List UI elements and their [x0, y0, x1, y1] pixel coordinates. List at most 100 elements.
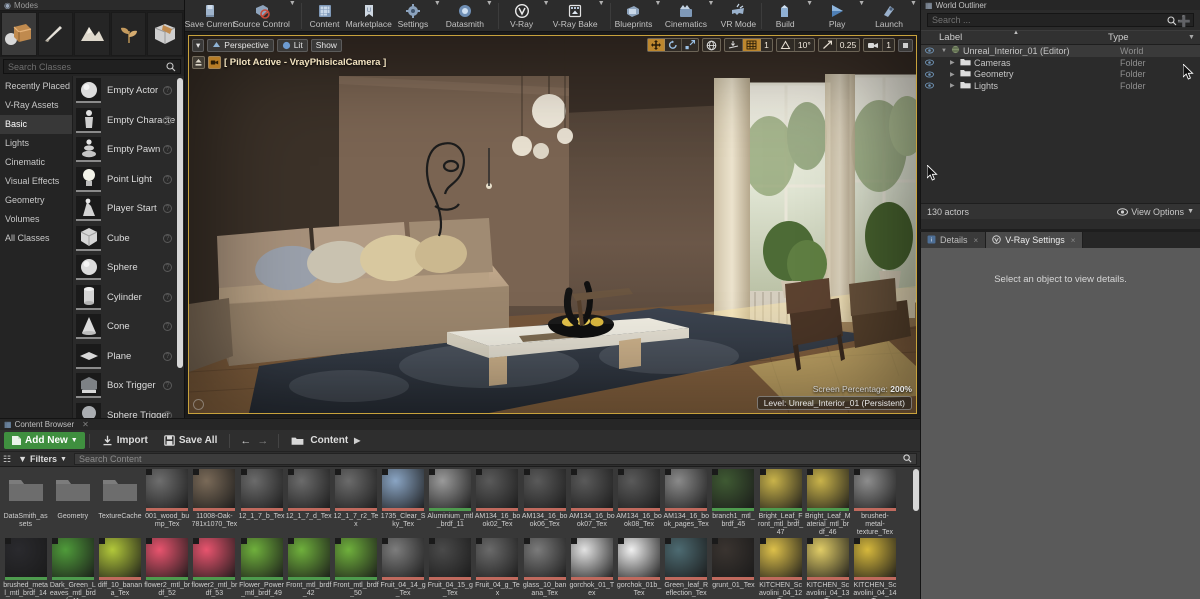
chevron-down-icon[interactable]: ▼ [858, 0, 868, 19]
toolbar-button-source-control[interactable]: Source Control [233, 0, 290, 30]
toolbar-button-v-ray[interactable]: V-Ray [501, 0, 543, 30]
toolbar-button-settings[interactable]: Settings [392, 0, 434, 30]
toolbar-button-v-ray-bake[interactable]: V-Ray Bake [553, 0, 598, 30]
folder-tile[interactable]: TextureCache [96, 467, 143, 536]
asset-tile[interactable]: branch1_mtl_brdf_45 [710, 467, 757, 536]
placement-item-plane[interactable]: Plane? [73, 342, 184, 372]
lit-button[interactable]: Lit [276, 38, 308, 52]
asset-tile[interactable]: 1735_Clear_Sky_Tex [380, 467, 427, 536]
coordinate-system-button[interactable] [702, 38, 722, 52]
asset-tile[interactable]: flower2_mtl_brdf_53 [191, 536, 238, 599]
import-button[interactable]: Import [94, 432, 156, 449]
asset-tile[interactable]: AM134_16_book07_Tex [568, 467, 615, 536]
info-icon[interactable]: ? [163, 86, 172, 96]
placement-category-lights[interactable]: Lights [0, 134, 72, 153]
level-viewport[interactable]: ▾ Perspective Lit Show 1 10° 0.25 1 [Pi… [185, 32, 920, 417]
chevron-down-icon[interactable]: ▼ [910, 0, 920, 19]
placement-item-empty-actor[interactable]: Empty Actor? [73, 76, 184, 106]
asset-tile[interactable]: Green_leaf_Reflection_Tex [663, 536, 710, 599]
asset-tile[interactable]: brushed-metal-texture_Tex [851, 467, 898, 536]
placement-category-all-classes[interactable]: All Classes [0, 229, 72, 248]
toolbar-button-marketplace[interactable]: U Marketplace [346, 0, 392, 30]
world-outliner-tab[interactable]: ▦ World Outliner [925, 1, 987, 10]
search-classes-input[interactable]: Search Classes [3, 59, 181, 74]
content-search-input[interactable]: Search Content [73, 453, 917, 465]
asset-tile[interactable]: 11008-Oak-781x1070_Tex [191, 467, 238, 536]
toolbar-button-datasmith[interactable]: Datasmith [444, 0, 486, 30]
toolbar-button-vr-mode[interactable]: VR Mode [717, 0, 759, 30]
placement-category-geometry[interactable]: Geometry [0, 191, 72, 210]
tab-details[interactable]: i Details × [921, 232, 987, 248]
landscape-mode-button[interactable] [74, 12, 110, 56]
rotation-snap-value[interactable]: 10° [795, 39, 814, 51]
placement-category-volumes[interactable]: Volumes [0, 210, 72, 229]
asset-tile[interactable]: 001_wood_bump_Tex [144, 467, 191, 536]
asset-tile[interactable]: 12_1_7_d_Tex [285, 467, 332, 536]
asset-tile[interactable]: 12_1_7_r2_Tex [332, 467, 379, 536]
visibility-toggle-icon[interactable] [925, 71, 935, 78]
placement-item-empty-characte[interactable]: Empty Characte? [73, 106, 184, 136]
asset-tile[interactable]: AM134_16_book_pages_Tex [663, 467, 710, 536]
placement-scrollbar[interactable] [177, 78, 183, 368]
sources-panel-toggle[interactable]: ☷ [3, 454, 11, 465]
asset-tile[interactable]: Bright_Leaf_Material_mtl_brdf_46 [804, 467, 851, 536]
path-breadcrumb[interactable]: Content ▶ [283, 432, 368, 449]
expand-arrow-icon[interactable]: ▶ [950, 82, 957, 89]
asset-tile[interactable]: Dark_Green_Leaves_mtl_brdf_41 [49, 536, 96, 599]
foliage-mode-button[interactable] [110, 12, 147, 56]
folder-tile[interactable]: DataSmith_assets [2, 467, 49, 536]
asset-tile[interactable]: flower2_mtl_brdf_52 [144, 536, 191, 599]
paint-mode-button[interactable] [37, 12, 74, 56]
asset-tile[interactable]: grunt_01_Tex [710, 536, 757, 599]
forward-button[interactable]: → [257, 435, 268, 447]
asset-tile[interactable]: Front_mtl_brdf_42 [285, 536, 332, 599]
scale-snap-button[interactable] [819, 39, 837, 51]
asset-grid[interactable]: DataSmith_assets Geometry TextureCache 001_… [0, 467, 920, 599]
view-options-button[interactable]: View Options ▼ [1117, 207, 1194, 217]
rotation-snap-button[interactable] [777, 39, 795, 51]
chevron-down-icon[interactable]: ▼ [434, 0, 444, 19]
close-icon[interactable]: × [1071, 236, 1076, 245]
asset-tile[interactable]: gorchok_01b_Tex [615, 536, 662, 599]
asset-tile[interactable]: Fruit_04_15_g_Tex [427, 536, 474, 599]
asset-grid-scrollbar[interactable] [913, 469, 919, 511]
perspective-button[interactable]: Perspective [207, 38, 274, 52]
back-button[interactable]: ← [240, 435, 251, 447]
asset-tile[interactable]: Fruit_04_g_Tex [474, 536, 521, 599]
chevron-down-icon[interactable]: ▼ [598, 0, 608, 19]
asset-tile[interactable]: Bright_Leaf_Front_mtl_brdf_47 [757, 467, 804, 536]
camera-speed-value[interactable]: 1 [883, 39, 894, 51]
expand-arrow-icon[interactable]: ▼ [941, 48, 948, 54]
info-icon[interactable]: ? [163, 263, 172, 273]
tab-v-ray-settings[interactable]: V-Ray Settings × [986, 232, 1084, 248]
asset-tile[interactable]: KITCHEN_Scavolini_04_12_Tex [757, 536, 804, 599]
asset-tile[interactable]: KITCHEN_Scavolini_04_13_Tex [804, 536, 851, 599]
column-label-header[interactable]: Label ▲ [939, 30, 1108, 43]
asset-tile[interactable]: Aluminium_mtl_brdf_11 [427, 467, 474, 536]
placement-item-cube[interactable]: Cube? [73, 224, 184, 254]
content-browser-tab[interactable]: ▦ Content Browser ✕ [4, 420, 89, 429]
asset-tile[interactable]: gorchok_01_Tex [568, 536, 615, 599]
asset-tile[interactable]: 12_1_7_b_Tex [238, 467, 285, 536]
asset-tile[interactable]: AM134_16_book06_Tex [521, 467, 568, 536]
chevron-down-icon[interactable]: ▼ [806, 0, 816, 19]
asset-tile[interactable]: glass_10_banana_Tex [521, 536, 568, 599]
expand-arrow-icon[interactable]: ▶ [950, 59, 957, 66]
geometry-edit-mode-button[interactable] [147, 12, 183, 56]
filters-button[interactable]: ▼ Filters ▼ [15, 454, 70, 464]
visibility-toggle-icon[interactable] [925, 59, 935, 66]
toolbar-button-save-current[interactable]: Save Current [185, 0, 235, 30]
info-icon[interactable]: ? [163, 145, 172, 155]
toolbar-button-play[interactable]: Play [816, 0, 858, 30]
info-icon[interactable]: ? [163, 174, 172, 184]
outliner-row[interactable]: ▶ Geometry Folder [921, 68, 1200, 80]
placement-item-point-light[interactable]: Point Light? [73, 165, 184, 195]
viewport-options-button[interactable]: ▾ [192, 38, 205, 52]
toolbar-button-content[interactable]: Content [304, 0, 346, 30]
viewport-render-area[interactable]: ▾ Perspective Lit Show 1 10° 0.25 1 [Pi… [188, 35, 917, 414]
camera-pilot-icon[interactable] [208, 56, 221, 69]
column-options-icon[interactable]: ▼ [1188, 34, 1200, 41]
placement-item-box-trigger[interactable]: Box Trigger? [73, 371, 184, 401]
chevron-down-icon[interactable]: ▼ [289, 0, 299, 19]
placement-category-recently-placed[interactable]: Recently Placed [0, 77, 72, 96]
